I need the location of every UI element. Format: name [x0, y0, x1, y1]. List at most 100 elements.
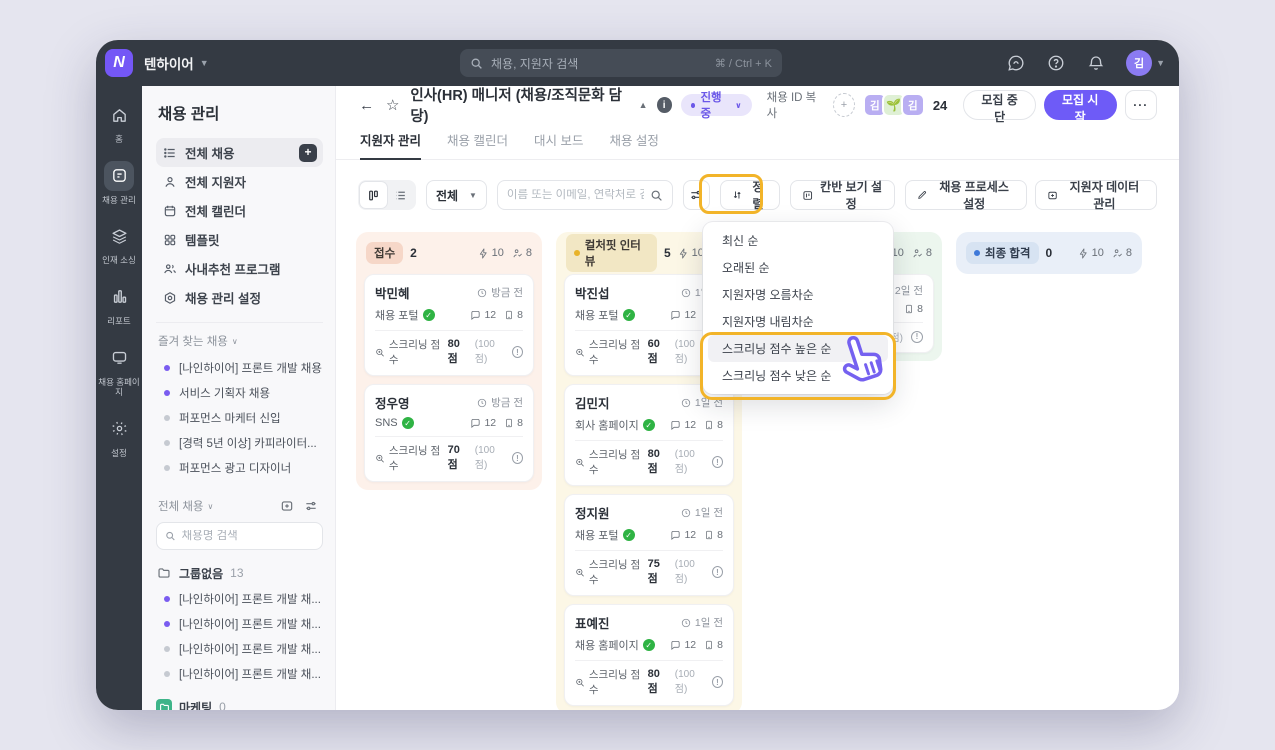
tab-applicants[interactable]: 지원자 관리 — [360, 130, 421, 160]
start-recruiting-button[interactable]: 모집 시작 — [1043, 90, 1117, 124]
tab-dashboard[interactable]: 대시 보드 — [534, 130, 583, 159]
all-jobs-section-header[interactable]: 전체 채용 ∨ — [158, 496, 321, 516]
favorite-job-item[interactable]: 퍼포먼스 마케터 신입 — [156, 405, 323, 430]
rail-item-settings[interactable]: 설정 — [96, 414, 142, 459]
alert-icon[interactable]: ! — [712, 566, 723, 578]
kanban-view-button[interactable] — [360, 182, 387, 208]
rail-item-reports[interactable]: 리포트 — [96, 282, 142, 327]
tab-settings[interactable]: 채용 설정 — [609, 130, 658, 159]
alert-icon[interactable]: ! — [512, 346, 523, 358]
sort-option-newest[interactable]: 최신 순 — [708, 227, 888, 254]
rail-item-sourcing[interactable]: 인재 소싱 — [96, 221, 142, 266]
app-logo-icon[interactable]: N — [105, 49, 133, 77]
sort-arrows-icon — [733, 191, 741, 199]
sidebar: 채용 관리 전체 채용 + 전체 지원자 전체 캘린더 템플릿 사내추천 프로그… — [142, 86, 336, 710]
alert-icon[interactable]: ! — [911, 330, 923, 343]
rail-item-career-site[interactable]: 채용 홈페이지 — [96, 343, 142, 398]
applicant-search-field[interactable] — [496, 180, 673, 210]
rail-item-recruiting[interactable]: 채용 관리 — [96, 160, 142, 206]
status-dot — [164, 414, 170, 421]
group-job-item[interactable]: [나인하이어] 프론트 개발 채... — [156, 586, 323, 611]
status-dot — [164, 620, 170, 627]
global-search[interactable]: 채용, 지원자 검색 ⌘ / Ctrl + K — [460, 49, 782, 77]
favorite-job-item[interactable]: 서비스 기획자 채용 — [156, 380, 323, 405]
chat-count: 12 — [670, 309, 696, 321]
favorites-section-header[interactable]: 즐겨 찾는 채용 ∨ — [158, 333, 321, 349]
group-ungrouped[interactable]: 그룹없음 13 — [156, 560, 323, 586]
status-badge[interactable]: 진행중 ∨ — [680, 92, 752, 120]
applicant-data-button[interactable]: 지원자 데이터 관리 — [1034, 180, 1157, 211]
job-title: 인사(HR) 매니저 (채용/조직문화 담당) — [410, 88, 622, 125]
tab-bar: 지원자 관리 채용 캘린더 대시 보드 채용 설정 — [336, 124, 1179, 160]
stop-recruiting-button[interactable]: 모집 중단 — [963, 90, 1036, 124]
clock-icon — [477, 398, 487, 407]
notifications-icon[interactable] — [1086, 53, 1106, 73]
user-menu[interactable]: 김 ▼ — [1126, 50, 1165, 76]
tab-calendar[interactable]: 채용 캘린더 — [447, 130, 508, 159]
chevron-up-icon[interactable]: ▲ — [639, 100, 648, 110]
back-arrow-icon[interactable]: ← — [358, 97, 375, 114]
chevron-down-icon: ∨ — [207, 501, 214, 511]
help-icon[interactable] — [1046, 53, 1066, 73]
member-avatars[interactable]: 김 🌱 김 — [862, 93, 925, 117]
favorite-job-item[interactable]: 퍼포먼스 광고 디자이너 — [156, 455, 323, 480]
sort-button[interactable]: 정렬 — [719, 180, 780, 211]
job-search-field[interactable] — [156, 522, 323, 550]
sort-option-name-asc[interactable]: 지원자명 오름차순 — [708, 281, 888, 308]
filter-sliders-button[interactable] — [682, 180, 710, 210]
group-job-item[interactable]: [나인하이어] 프론트 개발 채... — [156, 636, 323, 661]
chat-bubble-icon — [471, 310, 481, 320]
sidebar-item-recruiting-settings[interactable]: 채용 관리 설정 — [156, 283, 323, 312]
group-marketing[interactable]: 마케팅 0 — [156, 694, 323, 710]
more-options-button[interactable]: ··· — [1124, 90, 1157, 120]
column-name-badge[interactable]: 컬처핏 인터뷰 — [566, 234, 657, 272]
check-icon: ✓ — [401, 417, 414, 429]
chat-bubble-icon — [671, 310, 681, 320]
alert-icon[interactable]: ! — [512, 452, 523, 464]
copy-job-id[interactable]: 채용 ID 복사 — [767, 89, 824, 121]
stage-filter-select[interactable]: 전체 ▼ — [426, 180, 487, 210]
applicant-card[interactable]: 정우영 방금 전 SNS ✓ 12 8 스크리닝 점수 70점 (100점) ! — [364, 384, 534, 482]
group-job-item[interactable]: [나인하이어] 프론트 개발 채... — [156, 611, 323, 636]
rail-item-home[interactable]: 홈 — [96, 100, 142, 145]
sidebar-item-referral[interactable]: 사내추천 프로그램 — [156, 254, 323, 283]
people-stat: 8 — [1112, 247, 1132, 259]
applicant-card[interactable]: 정지원 1일 전 채용 포털✓ 12 8 스크리닝 점수 75점 (100점) — [564, 494, 734, 596]
people-icon — [162, 261, 177, 276]
process-settings-button[interactable]: 채용 프로세스 설정 — [905, 180, 1027, 211]
status-dot — [164, 464, 170, 471]
sidebar-item-all-jobs[interactable]: 전체 채용 + — [156, 138, 323, 167]
list-view-button[interactable] — [387, 182, 414, 208]
gear-icon — [104, 414, 134, 444]
sort-option-oldest[interactable]: 오래된 순 — [708, 254, 888, 281]
alert-icon[interactable]: ! — [712, 676, 723, 688]
sidebar-item-all-applicants[interactable]: 전체 지원자 — [156, 167, 323, 196]
applicant-search-input[interactable] — [506, 189, 644, 201]
sidebar-item-all-calendar[interactable]: 전체 캘린더 — [156, 196, 323, 225]
star-icon[interactable]: ☆ — [384, 96, 401, 114]
applicant-card[interactable]: 표예진 1일 전 채용 홈페이지 ✓ 12 8 스크리닝 점수 80점 (100점… — [564, 604, 734, 706]
applicant-card[interactable]: 박민혜 방금 전 채용 포털✓ 12 8 스크리닝 점수 80점 (100점) — [364, 274, 534, 376]
device-count: 8 — [704, 529, 723, 541]
workspace-switcher[interactable]: 텐하이어 ▼ — [144, 40, 209, 86]
applicant-card[interactable]: 김민지 1일 전 회사 홈페이지 ✓ 12 8 스크리닝 점수 80점 (100점… — [564, 384, 734, 486]
kanban-settings-button[interactable]: 칸반 보기 설정 — [789, 180, 896, 211]
alert-icon[interactable]: ! — [712, 456, 723, 468]
filter-sliders-icon[interactable] — [301, 496, 321, 516]
chat-icon[interactable] — [1006, 53, 1026, 73]
nav-rail: 홈 채용 관리 인재 소싱 리포트 채용 홈페이지 설정 — [96, 86, 142, 710]
column-name-badge[interactable]: 접수 — [366, 242, 404, 264]
add-member-button[interactable]: + — [833, 93, 855, 117]
device-count: 8 — [504, 417, 523, 429]
add-group-button[interactable] — [277, 496, 297, 516]
favorite-job-item[interactable]: [나인하이어] 프론트 개발 채용 — [156, 355, 323, 380]
group-job-item[interactable]: [나인하이어] 프론트 개발 채... — [156, 661, 323, 686]
people-stat: 8 — [512, 247, 532, 259]
column-name-badge[interactable]: 최종 합격 — [966, 242, 1039, 264]
sidebar-item-templates[interactable]: 템플릿 — [156, 225, 323, 254]
info-icon[interactable]: i — [656, 97, 672, 113]
job-search-input[interactable] — [181, 530, 314, 542]
favorite-job-item[interactable]: [경력 5년 이상] 카피라이터... — [156, 430, 323, 455]
chevron-down-icon: ∨ — [231, 336, 238, 346]
add-job-button[interactable]: + — [299, 143, 317, 162]
